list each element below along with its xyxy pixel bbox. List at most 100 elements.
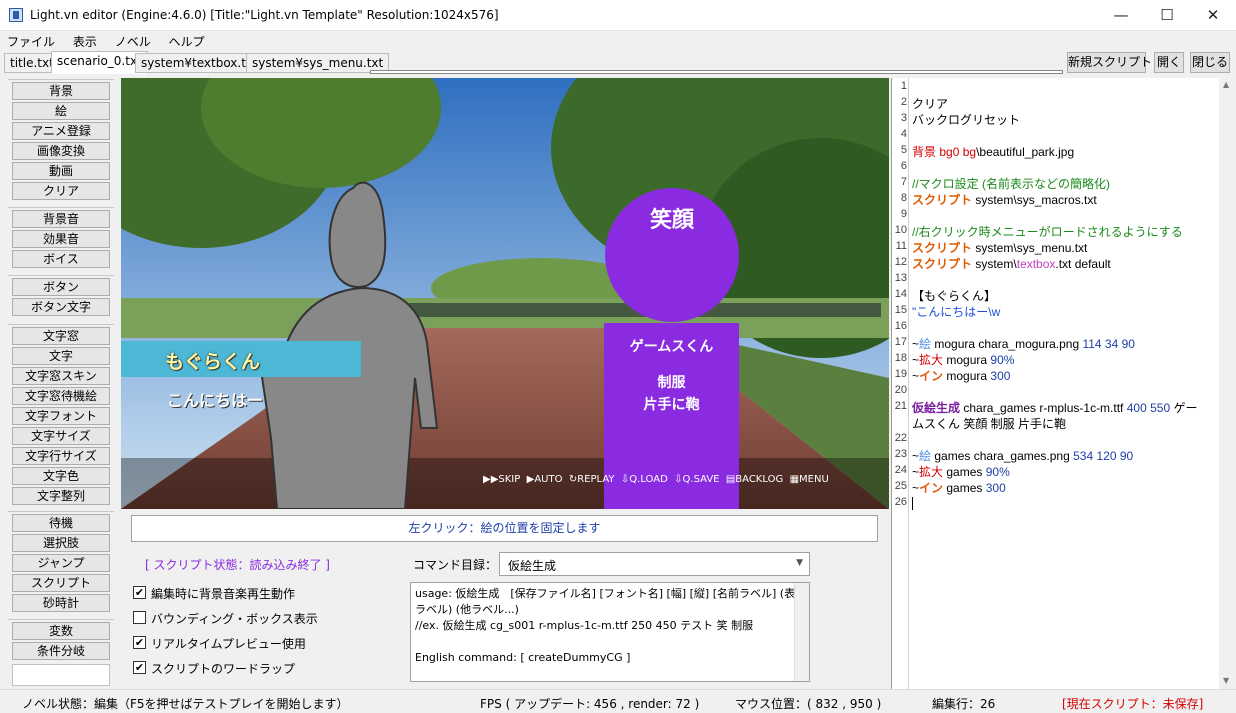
usage-scrollbar[interactable] [794, 583, 809, 681]
script-state: [ スクリプト状態：読み込み終了 ] [145, 558, 330, 572]
close-button[interactable]: ✕ [1190, 0, 1236, 31]
scroll-down-icon[interactable]: ▼ [1223, 676, 1229, 685]
code-line: 【もぐらくん】 [912, 287, 1212, 304]
code-token: system\sys_macros.txt [972, 193, 1097, 207]
command-button[interactable]: 文字窓待機絵 [12, 387, 110, 405]
code-line: スクリプト system\sys_macros.txt [912, 191, 1212, 208]
code-line: ~イン games 300 [912, 479, 1212, 496]
code-token: ~ [912, 353, 920, 367]
word-wrap-checkbox[interactable]: ✔ [133, 661, 146, 674]
command-group-separator [8, 511, 114, 512]
command-button[interactable]: 砂時計 [12, 594, 110, 612]
command-button[interactable]: アニメ登録 [12, 122, 110, 140]
command-button[interactable]: 待機 [12, 514, 110, 532]
command-button[interactable]: 文字 [12, 347, 110, 365]
speaker-name: もぐらくん [165, 351, 261, 373]
command-button[interactable]: 文字サイズ [12, 427, 110, 445]
command-button[interactable]: ボタン [12, 278, 110, 296]
status-bar: ノベル状態：編集（F5を押せばテストプレイを開始します） FPS ( アップデー… [0, 689, 1236, 713]
command-button[interactable]: 画像変換 [12, 142, 110, 160]
menu-file[interactable]: ファイル [0, 31, 62, 50]
new-script-button[interactable]: 新規スクリプト [1067, 52, 1152, 73]
maximize-button[interactable]: ☐ [1144, 0, 1190, 31]
command-button[interactable]: 文字窓 [12, 327, 110, 345]
line-number: 15 [894, 304, 907, 316]
command-button[interactable]: 絵 [12, 102, 110, 120]
menu-novel[interactable]: ノベル [108, 31, 158, 50]
command-select[interactable]: 仮絵生成 ▼ [499, 552, 810, 576]
command-button[interactable]: 文字色 [12, 467, 110, 485]
command-button[interactable]: ボイス [12, 250, 110, 268]
menu-view[interactable]: 表示 [66, 31, 104, 50]
code-token: textbox [1016, 257, 1056, 271]
command-button[interactable]: 背景音 [12, 210, 110, 228]
tab-scenario-0[interactable]: scenario_0.txt [51, 51, 148, 74]
command-search-input[interactable] [12, 664, 110, 686]
command-button[interactable]: 条件分岐 [12, 642, 110, 660]
code-token: スクリプト [912, 241, 973, 255]
backlog-button[interactable]: ▤BACKLOG [726, 474, 783, 485]
code-line: ムスくん 笑顔 制服 片手に鞄 [912, 415, 1212, 432]
command-button[interactable]: 効果音 [12, 230, 110, 248]
command-button[interactable]: 背景 [12, 82, 110, 100]
command-button[interactable]: 文字フォント [12, 407, 110, 425]
command-button[interactable]: 選択肢 [12, 534, 110, 552]
bounding-box-checkbox[interactable] [133, 611, 146, 624]
line-number: 10 [894, 224, 907, 236]
editor-scrollbar[interactable]: ▲ ▼ [1219, 78, 1236, 689]
skip-button[interactable]: ▶▶SKIP [483, 474, 520, 485]
line-number: 23 [894, 448, 907, 460]
code-token: mogura chara_mogura.png [931, 337, 1083, 351]
mouse-position: マウス位置：( 832 , 950 ) [735, 697, 882, 711]
usage-textbox[interactable]: usage: 仮絵生成 [保存ファイル名] [フォント名] [幅] [縦] [名… [410, 582, 810, 682]
novel-status: ノベル状態：編集（F5を押せばテストプレイを開始します） [22, 697, 349, 711]
command-button[interactable]: クリア [12, 182, 110, 200]
menu-button[interactable]: ▦MENU [790, 474, 829, 485]
command-button[interactable]: 文字行サイズ [12, 447, 110, 465]
placeholder-face-label: 笑顔 [649, 208, 694, 233]
scroll-up-icon[interactable]: ▲ [1223, 80, 1229, 89]
auto-button[interactable]: ▶AUTO [527, 474, 563, 485]
code-token: ~ [912, 481, 920, 495]
tab-system-textbox[interactable]: system¥textbox.txt [135, 53, 264, 73]
line-number: 9 [900, 208, 907, 220]
line-number: 20 [894, 384, 907, 396]
code-token: ゲー [1170, 401, 1198, 415]
code-token: 【もぐらくん】 [912, 289, 997, 303]
progress-strip [370, 70, 1063, 74]
code-token: スクリプト [912, 193, 973, 207]
command-button[interactable]: ジャンプ [12, 554, 110, 572]
game-preview[interactable]: 笑顔 ゲームスくん 制服 片手に鞄 もぐらくん こんにちはー ▶▶SKIP ▶A… [121, 78, 889, 509]
qsave-button[interactable]: ⇩Q.SAVE [674, 474, 719, 485]
menu-help[interactable]: ヘルプ [162, 31, 212, 50]
command-button[interactable]: ボタン文字 [12, 298, 110, 316]
close-script-button[interactable]: 閉じる [1190, 52, 1230, 73]
line-number: 24 [894, 464, 907, 476]
command-list-label: コマンド目録： [413, 558, 498, 572]
command-button[interactable]: 文字整列 [12, 487, 110, 505]
realtime-preview-checkbox[interactable]: ✔ [133, 636, 146, 649]
line-number: 22 [894, 432, 907, 444]
code-line: ~絵 games chara_games.png 534 120 90 [912, 447, 1212, 464]
info-bar: 左クリック：絵の位置を固定します [131, 515, 878, 542]
replay-button[interactable]: ↻REPLAY [569, 474, 615, 485]
tab-system-sys-menu[interactable]: system¥sys_menu.txt [246, 53, 390, 73]
code-token: games [943, 481, 986, 495]
minimize-button[interactable]: — [1098, 0, 1144, 31]
bgm-on-edit-checkbox[interactable]: ✔ [133, 586, 146, 599]
command-group-separator [8, 79, 114, 80]
code-token: 仮絵生成 [912, 401, 961, 415]
code-token: スクリプト [912, 257, 973, 271]
command-button[interactable]: 動画 [12, 162, 110, 180]
line-number: 25 [894, 480, 907, 492]
qload-button[interactable]: ⇩Q.LOAD [621, 474, 668, 485]
open-button[interactable]: 開く [1154, 52, 1184, 73]
command-button[interactable]: スクリプト [12, 574, 110, 592]
script-editor[interactable]: 1 2 クリア 3 バックログリセット 4 5 背景 bg0 bg\beautiful_par… [891, 78, 1219, 689]
line-number: 17 [894, 336, 907, 348]
line-number: 2 [900, 96, 907, 108]
command-button[interactable]: 文字窓スキン [12, 367, 110, 385]
line-number: 12 [894, 256, 907, 268]
code-line: ~拡大 games 90% [912, 463, 1212, 480]
command-button[interactable]: 変数 [12, 622, 110, 640]
